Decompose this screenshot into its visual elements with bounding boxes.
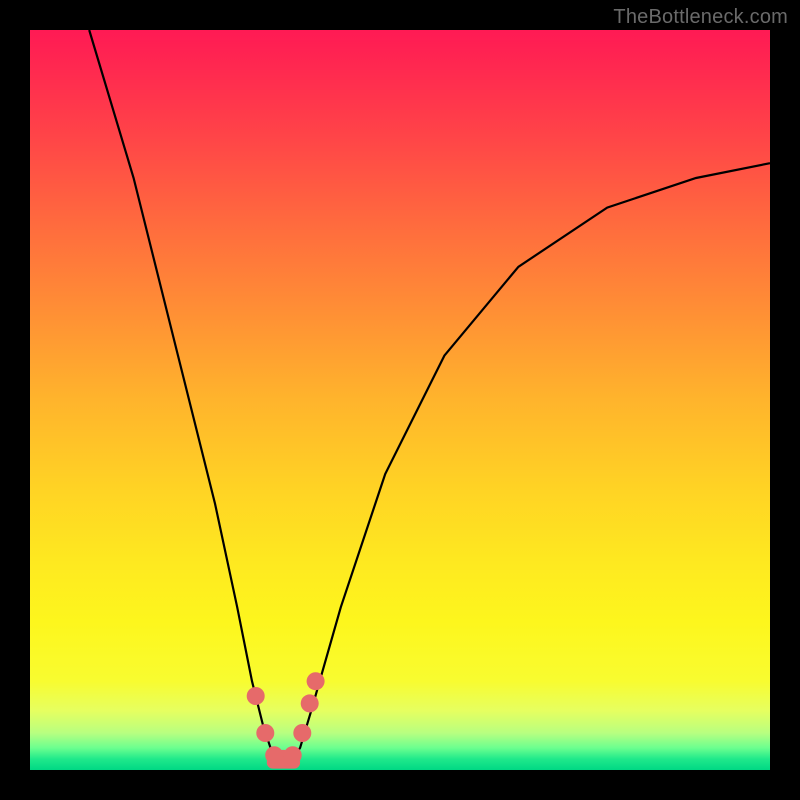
curve-marker [307, 672, 325, 690]
curve-marker [256, 724, 274, 742]
curve-svg [30, 30, 770, 770]
bottom-marker-bar [267, 757, 300, 769]
curve-markers [247, 672, 325, 768]
bottleneck-curve [89, 30, 770, 763]
curve-marker [247, 687, 265, 705]
plot-area [30, 30, 770, 770]
curve-marker [301, 694, 319, 712]
chart-frame: TheBottleneck.com [0, 0, 800, 800]
watermark-text: TheBottleneck.com [613, 6, 788, 29]
curve-marker [293, 724, 311, 742]
